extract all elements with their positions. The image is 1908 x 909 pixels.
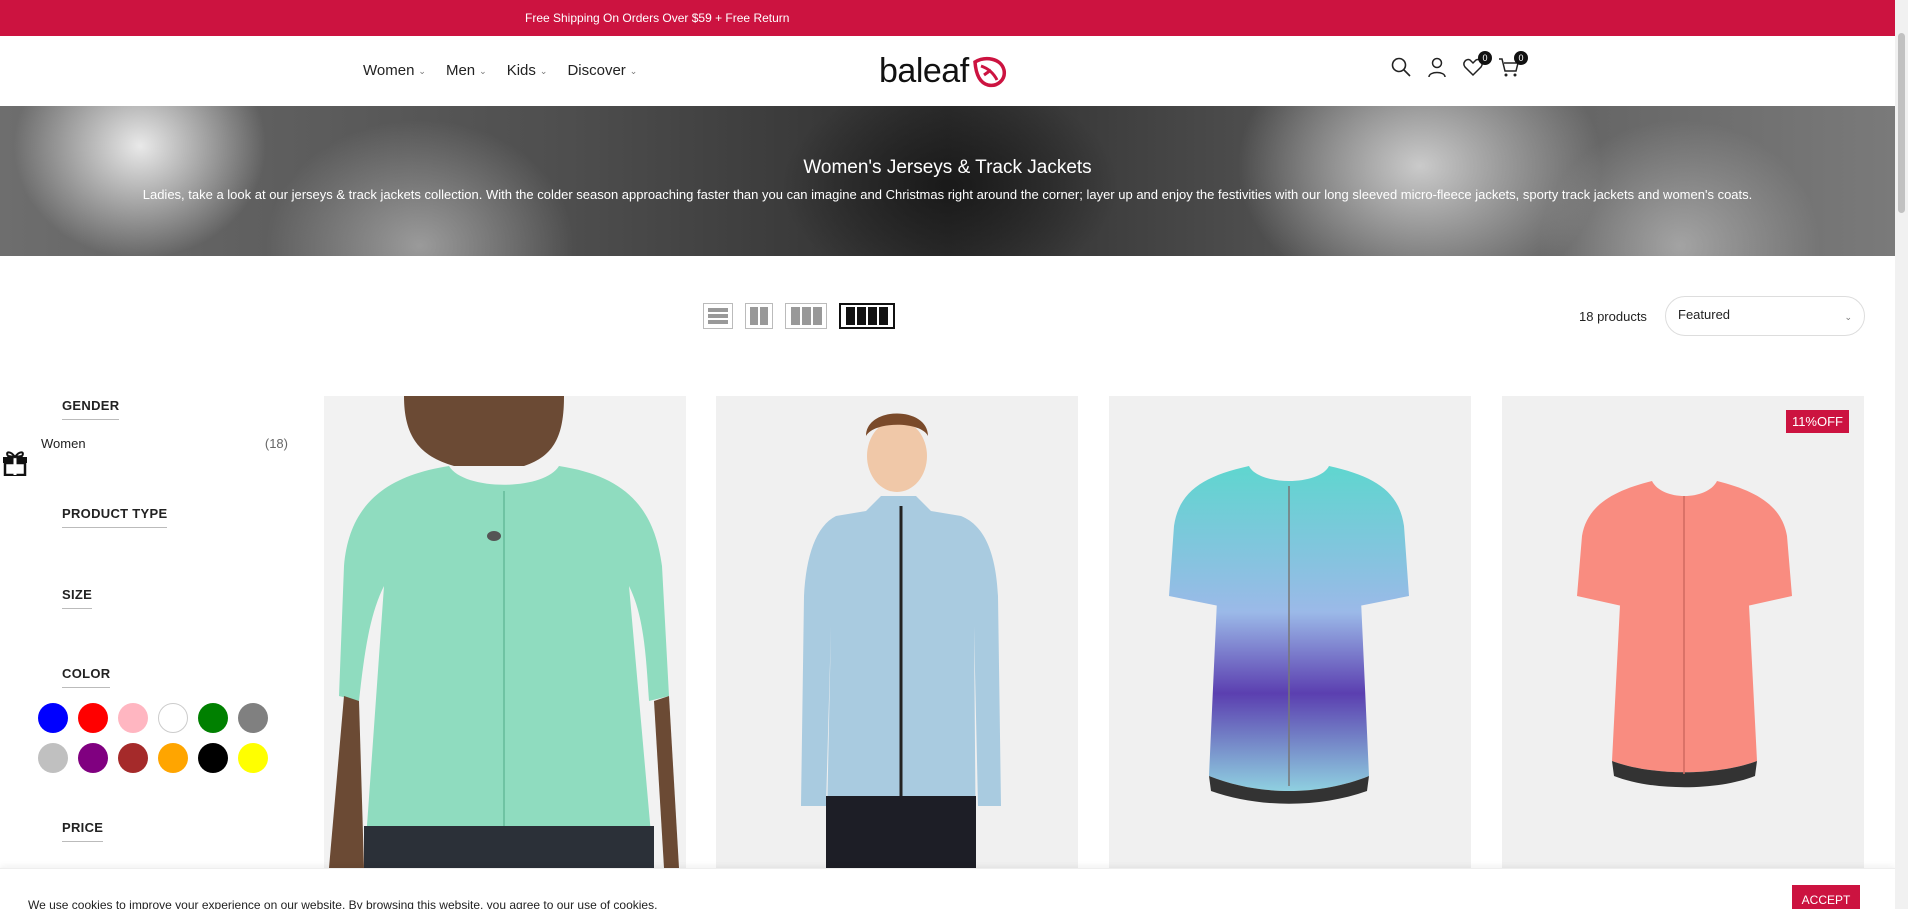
cookie-text: We use cookies to improve your experienc… bbox=[28, 898, 658, 909]
nav-women[interactable]: Women ⌄ bbox=[363, 62, 426, 79]
product-card[interactable] bbox=[324, 396, 686, 868]
product-card[interactable] bbox=[1109, 396, 1471, 868]
accept-cookies-button[interactable]: ACCEPT bbox=[1792, 885, 1860, 909]
main-nav: Women ⌄ Men ⌄ Kids ⌄ Discover ⌄ bbox=[363, 62, 637, 79]
collection-description: Ladies, take a look at our jerseys & tra… bbox=[142, 187, 1753, 202]
chevron-down-icon: ⌄ bbox=[629, 66, 638, 76]
collection-title: Women's Jerseys & Track Jackets bbox=[803, 157, 1092, 178]
sort-selected-value: Featured bbox=[1678, 307, 1731, 322]
color-swatch[interactable] bbox=[118, 703, 148, 733]
color-swatch[interactable] bbox=[238, 703, 268, 733]
product-image-blue-jacket bbox=[716, 396, 1078, 868]
product-card[interactable] bbox=[716, 396, 1078, 868]
sale-badge: 11%OFF bbox=[1785, 410, 1849, 433]
header-icons: 0 0 bbox=[1390, 51, 1528, 78]
wishlist-heart-icon[interactable]: 0 bbox=[1462, 51, 1492, 78]
scrollbar-thumb[interactable] bbox=[1898, 33, 1905, 213]
nav-discover-label: Discover bbox=[567, 62, 626, 79]
three-column-view-button[interactable] bbox=[785, 303, 827, 329]
filter-heading-price[interactable]: PRICE bbox=[62, 820, 104, 842]
color-swatch[interactable] bbox=[78, 743, 108, 773]
announcement-bar: Free Shipping On Orders Over $59 + Free … bbox=[0, 0, 1895, 36]
announcement-text: Free Shipping On Orders Over $59 + Free … bbox=[525, 11, 790, 25]
nav-women-label: Women bbox=[363, 62, 415, 79]
chevron-down-icon: ⌄ bbox=[1844, 312, 1852, 322]
color-swatch[interactable] bbox=[238, 743, 268, 773]
gift-icon[interactable] bbox=[0, 446, 30, 477]
nav-men-label: Men bbox=[445, 62, 476, 79]
account-icon[interactable] bbox=[1426, 56, 1448, 78]
chevron-down-icon: ⌄ bbox=[479, 66, 487, 76]
chevron-down-icon: ⌄ bbox=[418, 66, 426, 76]
color-swatch[interactable] bbox=[198, 703, 228, 733]
cart-count-badge: 0 bbox=[1514, 51, 1528, 65]
page: Free Shipping On Orders Over $59 + Free … bbox=[0, 0, 1908, 909]
chevron-down-icon: ⌄ bbox=[539, 66, 548, 76]
color-swatches bbox=[38, 703, 268, 773]
leaf-logo-icon bbox=[972, 56, 1006, 87]
product-image-mint-jersey bbox=[324, 396, 686, 868]
product-image-coral-jersey bbox=[1502, 396, 1864, 868]
color-swatch[interactable] bbox=[158, 703, 188, 733]
nav-kids-label: Kids bbox=[506, 62, 536, 79]
two-column-view-button[interactable] bbox=[745, 303, 773, 329]
product-card[interactable]: 11%OFF bbox=[1502, 396, 1864, 868]
filter-heading-color[interactable]: COLOR bbox=[62, 666, 111, 688]
color-swatch[interactable] bbox=[78, 703, 108, 733]
filter-option-count: (18) bbox=[264, 436, 288, 451]
site-header: Women⌄ Men⌄ Kids⌄ Discover⌄ baleaf 0 bbox=[0, 36, 1895, 106]
sort-select[interactable]: Featured ⌄ bbox=[1665, 296, 1865, 336]
color-swatch[interactable] bbox=[158, 743, 188, 773]
search-icon[interactable] bbox=[1390, 56, 1412, 78]
collection-hero: Women's Jerseys & Track Jackets Ladies, … bbox=[0, 106, 1895, 256]
filter-heading-size[interactable]: SIZE bbox=[62, 587, 93, 609]
cookie-banner: We use cookies to improve your experienc… bbox=[0, 868, 1895, 909]
nav-men[interactable]: Men ⌄ bbox=[446, 62, 487, 79]
grid-view-switcher bbox=[703, 303, 895, 329]
nav-discover[interactable]: Discover ⌄ bbox=[567, 62, 637, 79]
wishlist-count-badge: 0 bbox=[1478, 51, 1492, 65]
color-swatch[interactable] bbox=[198, 743, 228, 773]
product-count: 18 products bbox=[1579, 309, 1647, 324]
color-swatch[interactable] bbox=[38, 703, 68, 733]
site-logo[interactable]: baleaf bbox=[879, 52, 1007, 91]
filter-heading-product-type[interactable]: PRODUCT TYPE bbox=[62, 506, 168, 528]
color-swatch[interactable] bbox=[38, 743, 68, 773]
nav-kids[interactable]: Kids ⌄ bbox=[507, 62, 548, 79]
product-image-teal-jersey bbox=[1109, 396, 1471, 868]
filter-option-label: Women bbox=[41, 436, 86, 451]
page-scrollbar[interactable] bbox=[1895, 0, 1908, 909]
four-column-view-button[interactable] bbox=[839, 303, 895, 329]
cart-icon[interactable]: 0 bbox=[1498, 51, 1528, 78]
color-swatch[interactable] bbox=[118, 743, 148, 773]
filter-option-women[interactable]: Women (18) bbox=[41, 436, 288, 451]
logo-text: baleaf bbox=[879, 52, 969, 90]
list-view-button[interactable] bbox=[703, 303, 733, 329]
filter-heading-gender[interactable]: GENDER bbox=[62, 398, 120, 420]
